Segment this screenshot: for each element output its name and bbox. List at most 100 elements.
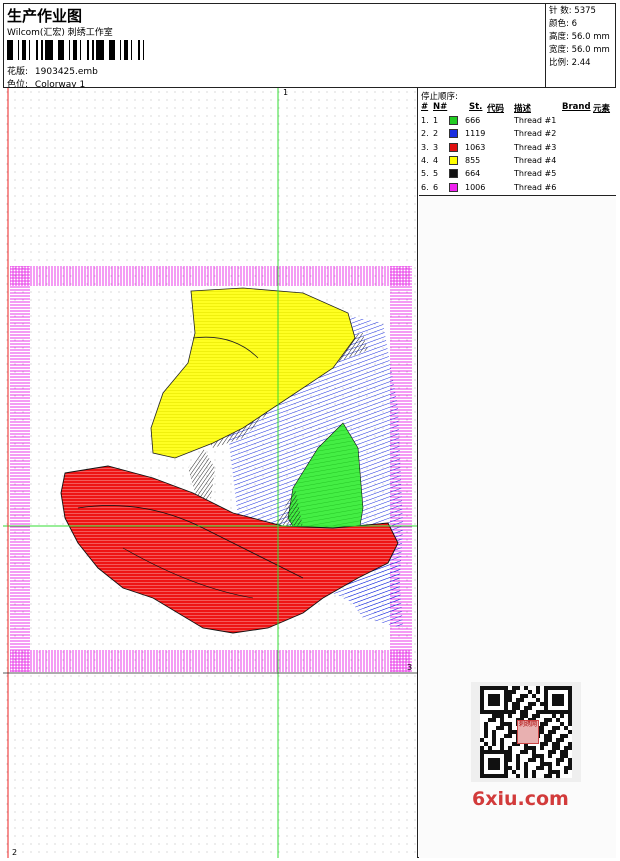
qr-module	[568, 718, 572, 722]
barcode-icon	[7, 40, 144, 60]
qr-module	[508, 722, 512, 726]
qr-module	[524, 762, 528, 766]
qr-module	[536, 766, 540, 770]
barcode-bar	[92, 40, 94, 60]
col-desc: 描述	[514, 104, 532, 114]
design-label: 花版:	[7, 67, 29, 77]
qr-module	[548, 718, 552, 722]
qr-module	[516, 774, 520, 778]
barcode-bar	[58, 40, 61, 60]
qr-module	[516, 686, 520, 690]
qr-module	[536, 686, 540, 690]
thread-row: 6. 6 1006 Thread #6	[419, 182, 616, 195]
col-element: 元素	[593, 104, 611, 114]
qr-module	[552, 726, 556, 730]
qr-module	[508, 746, 512, 750]
qr-module	[496, 726, 500, 730]
qr-module	[548, 774, 552, 778]
qr-module	[540, 722, 544, 726]
qr-module	[548, 734, 552, 738]
qr-module	[568, 730, 572, 734]
barcode-bar	[25, 40, 26, 60]
qr-module	[504, 722, 508, 726]
qr-module	[552, 770, 556, 774]
qr-module	[484, 730, 488, 734]
qr-module	[564, 754, 568, 758]
page-title: 生产作业图	[7, 7, 83, 25]
qr-module	[560, 754, 564, 758]
thread-color-swatch	[449, 169, 458, 179]
qr-module	[484, 734, 488, 738]
stat-colors: 颜色: 6	[549, 19, 577, 29]
qr-module	[548, 750, 552, 754]
thread-code: 1063	[465, 142, 486, 152]
thread-color-swatch	[449, 155, 458, 165]
barcode-bar	[124, 40, 127, 60]
thread-row: 2. 2 1119 Thread #2	[419, 128, 616, 141]
qr-module	[568, 758, 572, 762]
qr-module	[524, 694, 528, 698]
qr-module	[532, 754, 536, 758]
thread-desc: Thread #2	[514, 129, 557, 139]
qr-module	[556, 738, 560, 742]
qr-module	[552, 742, 556, 746]
qr-module	[500, 738, 504, 742]
design-canvas[interactable]: 1 2 3	[3, 88, 418, 858]
qr-module	[516, 766, 520, 770]
col-num: #	[421, 102, 429, 112]
qr-module	[528, 746, 532, 750]
barcode-bar	[36, 40, 38, 60]
barcode-bar	[22, 40, 25, 60]
qr-module	[564, 734, 568, 738]
frame-left	[10, 266, 30, 672]
header-panel: 生产作业图 Wilcom(汇宏) 刺绣工作室 花版: 1903425.emb 色…	[3, 3, 546, 90]
thread-table: 停止顺序: # N# St. 代码 描述 Brand 元素 1. 1 666 Thre…	[419, 88, 616, 196]
qr-module	[500, 718, 504, 722]
stop-sequence-title: 停止顺序:	[421, 92, 458, 102]
qr-module	[540, 758, 544, 762]
thread-n: 6	[433, 182, 439, 192]
studio-subtitle: Wilcom(汇宏) 刺绣工作室	[7, 28, 113, 38]
barcode-bar	[138, 40, 140, 60]
qr-module	[508, 698, 512, 702]
barcode-bar	[101, 40, 104, 60]
barcode-bar	[7, 40, 10, 60]
thread-color-swatch	[449, 129, 458, 139]
frame-bottom	[10, 650, 410, 672]
qr-module	[520, 694, 524, 698]
qr-module	[556, 758, 560, 762]
qr-module	[560, 734, 564, 738]
qr-module	[528, 702, 532, 706]
thread-n: 1	[433, 116, 439, 125]
qr-module	[492, 738, 496, 742]
thread-num: 2.	[421, 129, 429, 139]
qr-module	[504, 734, 508, 738]
qr-module	[540, 730, 544, 734]
barcode-bar	[112, 40, 115, 60]
barcode-bar	[99, 40, 101, 60]
thread-row: 4. 4 855 Thread #4	[419, 155, 616, 168]
qr-module	[532, 694, 536, 698]
thread-num: 6.	[421, 182, 429, 192]
qr-module	[552, 746, 556, 750]
qr-module	[540, 710, 544, 714]
qr-module	[492, 734, 496, 738]
qr-module	[556, 718, 560, 722]
qr-module	[552, 750, 556, 754]
qr-module	[540, 754, 544, 758]
qr-module	[508, 714, 512, 718]
stat-stitches: 针 数: 5375	[549, 6, 596, 16]
qr-module	[492, 742, 496, 746]
qr-module	[536, 690, 540, 694]
qr-module	[528, 690, 532, 694]
qr-module	[516, 706, 520, 710]
barcode-bar	[48, 40, 50, 60]
barcode-bar	[73, 40, 76, 60]
qr-module	[548, 738, 552, 742]
qr-module	[540, 746, 544, 750]
stat-height: 高度: 56.0 mm	[549, 32, 610, 42]
barcode-bar	[80, 40, 81, 60]
qr-module	[548, 730, 552, 734]
design-file: 1903425.emb	[34, 67, 98, 77]
qr-module	[560, 722, 564, 726]
